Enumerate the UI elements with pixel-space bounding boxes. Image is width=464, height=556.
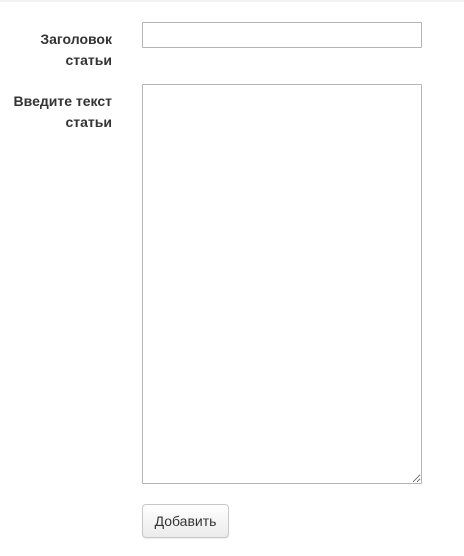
- title-input[interactable]: [142, 22, 422, 48]
- body-textarea[interactable]: [142, 84, 422, 484]
- add-button[interactable]: Добавить: [142, 504, 229, 538]
- article-form-page: Заголовок статьи Введите текст статьи До…: [0, 0, 464, 556]
- title-label: Заголовок статьи: [40, 31, 112, 68]
- body-label: Введите текст статьи: [13, 93, 112, 130]
- top-divider: [0, 0, 464, 2]
